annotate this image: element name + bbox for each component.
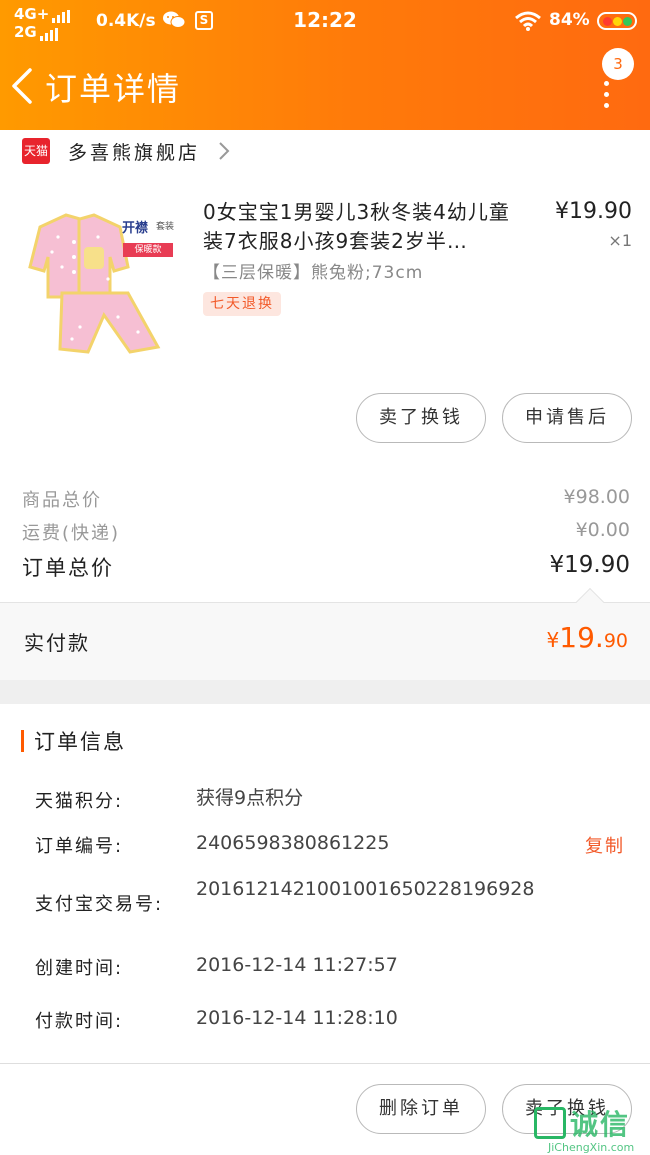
copy-button[interactable]: 复制 (585, 832, 625, 858)
battery-icon (597, 12, 637, 30)
order-total-label: 订单总价 (22, 556, 114, 580)
order-total-value: ¥19.90 (549, 552, 630, 578)
paid-label: 实付款 (24, 631, 90, 655)
watermark: 诚信 JiChengXin.com (528, 1103, 650, 1155)
status-bar: 4G+ 2G 0.4K/s S 12:22 84% (0, 0, 650, 44)
header: 4G+ 2G 0.4K/s S 12:22 84% 订单详情 3 (0, 0, 650, 130)
goods-total-value: ¥98.00 (563, 486, 630, 508)
battery-percentage: 84% (549, 10, 590, 30)
chevron-right-icon (219, 142, 230, 160)
tmall-badge-icon: 天猫 (22, 138, 50, 164)
order-info-title: 订单信息 (34, 730, 126, 754)
paid-amount: ¥19.90 (546, 621, 628, 654)
store-name: 多喜熊旗舰店 (68, 142, 201, 164)
info-row-paid-time: 付款时间: 2016-12-14 11:28:10 (35, 1007, 398, 1032)
goods-total-label: 商品总价 (22, 490, 102, 511)
image-label-open-front: 开襟 (122, 221, 149, 236)
watermark-logo-icon (534, 1107, 566, 1139)
product-image[interactable]: 开襟 套装 保暖款 (18, 197, 180, 359)
notification-badge: 3 (602, 48, 634, 80)
shipping-row: 运费(快递) ¥0.00 (22, 519, 630, 545)
after-sale-button[interactable]: 申请售后 (502, 393, 632, 443)
info-row-created-time: 创建时间: 2016-12-14 11:27:57 (35, 954, 398, 979)
store-row[interactable]: 天猫 多喜熊旗舰店 (0, 130, 650, 172)
back-arrow-icon[interactable] (8, 66, 36, 106)
section-accent-bar (21, 730, 24, 752)
more-menu-button[interactable]: 3 (592, 48, 642, 108)
shipping-value: ¥0.00 (575, 519, 630, 541)
product-sku: 【三层保暖】熊兔粉;73cm (203, 263, 424, 283)
image-label-set: 套装 (156, 222, 175, 232)
order-total-row: 订单总价 ¥19.90 (22, 552, 630, 582)
product-price: ¥19.90 (555, 199, 632, 224)
info-row-alipay-number: 支付宝交易号: 2016121421001001650228196928 (35, 878, 535, 915)
shipping-label: 运费(快递) (22, 523, 121, 544)
info-row-order-number: 订单编号: 2406598380861225 复制 (35, 832, 625, 858)
section-divider (0, 680, 650, 704)
sell-button[interactable]: 卖了换钱 (356, 393, 486, 443)
image-label-warm: 保暖款 (123, 243, 173, 257)
goods-total-row: 商品总价 ¥98.00 (22, 486, 630, 512)
info-row-points: 天猫积分: 获得9点积分 (35, 787, 304, 812)
wifi-icon (515, 11, 541, 31)
delete-order-button[interactable]: 删除订单 (356, 1084, 486, 1134)
paid-amount-row: 实付款 ¥19.90 (0, 602, 650, 680)
product-quantity: ×1 (608, 231, 632, 250)
page-title: 订单详情 (45, 70, 182, 108)
return-tag: 七天退换 (203, 292, 281, 316)
more-dots-icon (604, 81, 610, 114)
product-title[interactable]: 0女宝宝1男婴儿3秋冬装4幼儿童装7衣服8小孩9套装2岁半… (203, 198, 525, 256)
